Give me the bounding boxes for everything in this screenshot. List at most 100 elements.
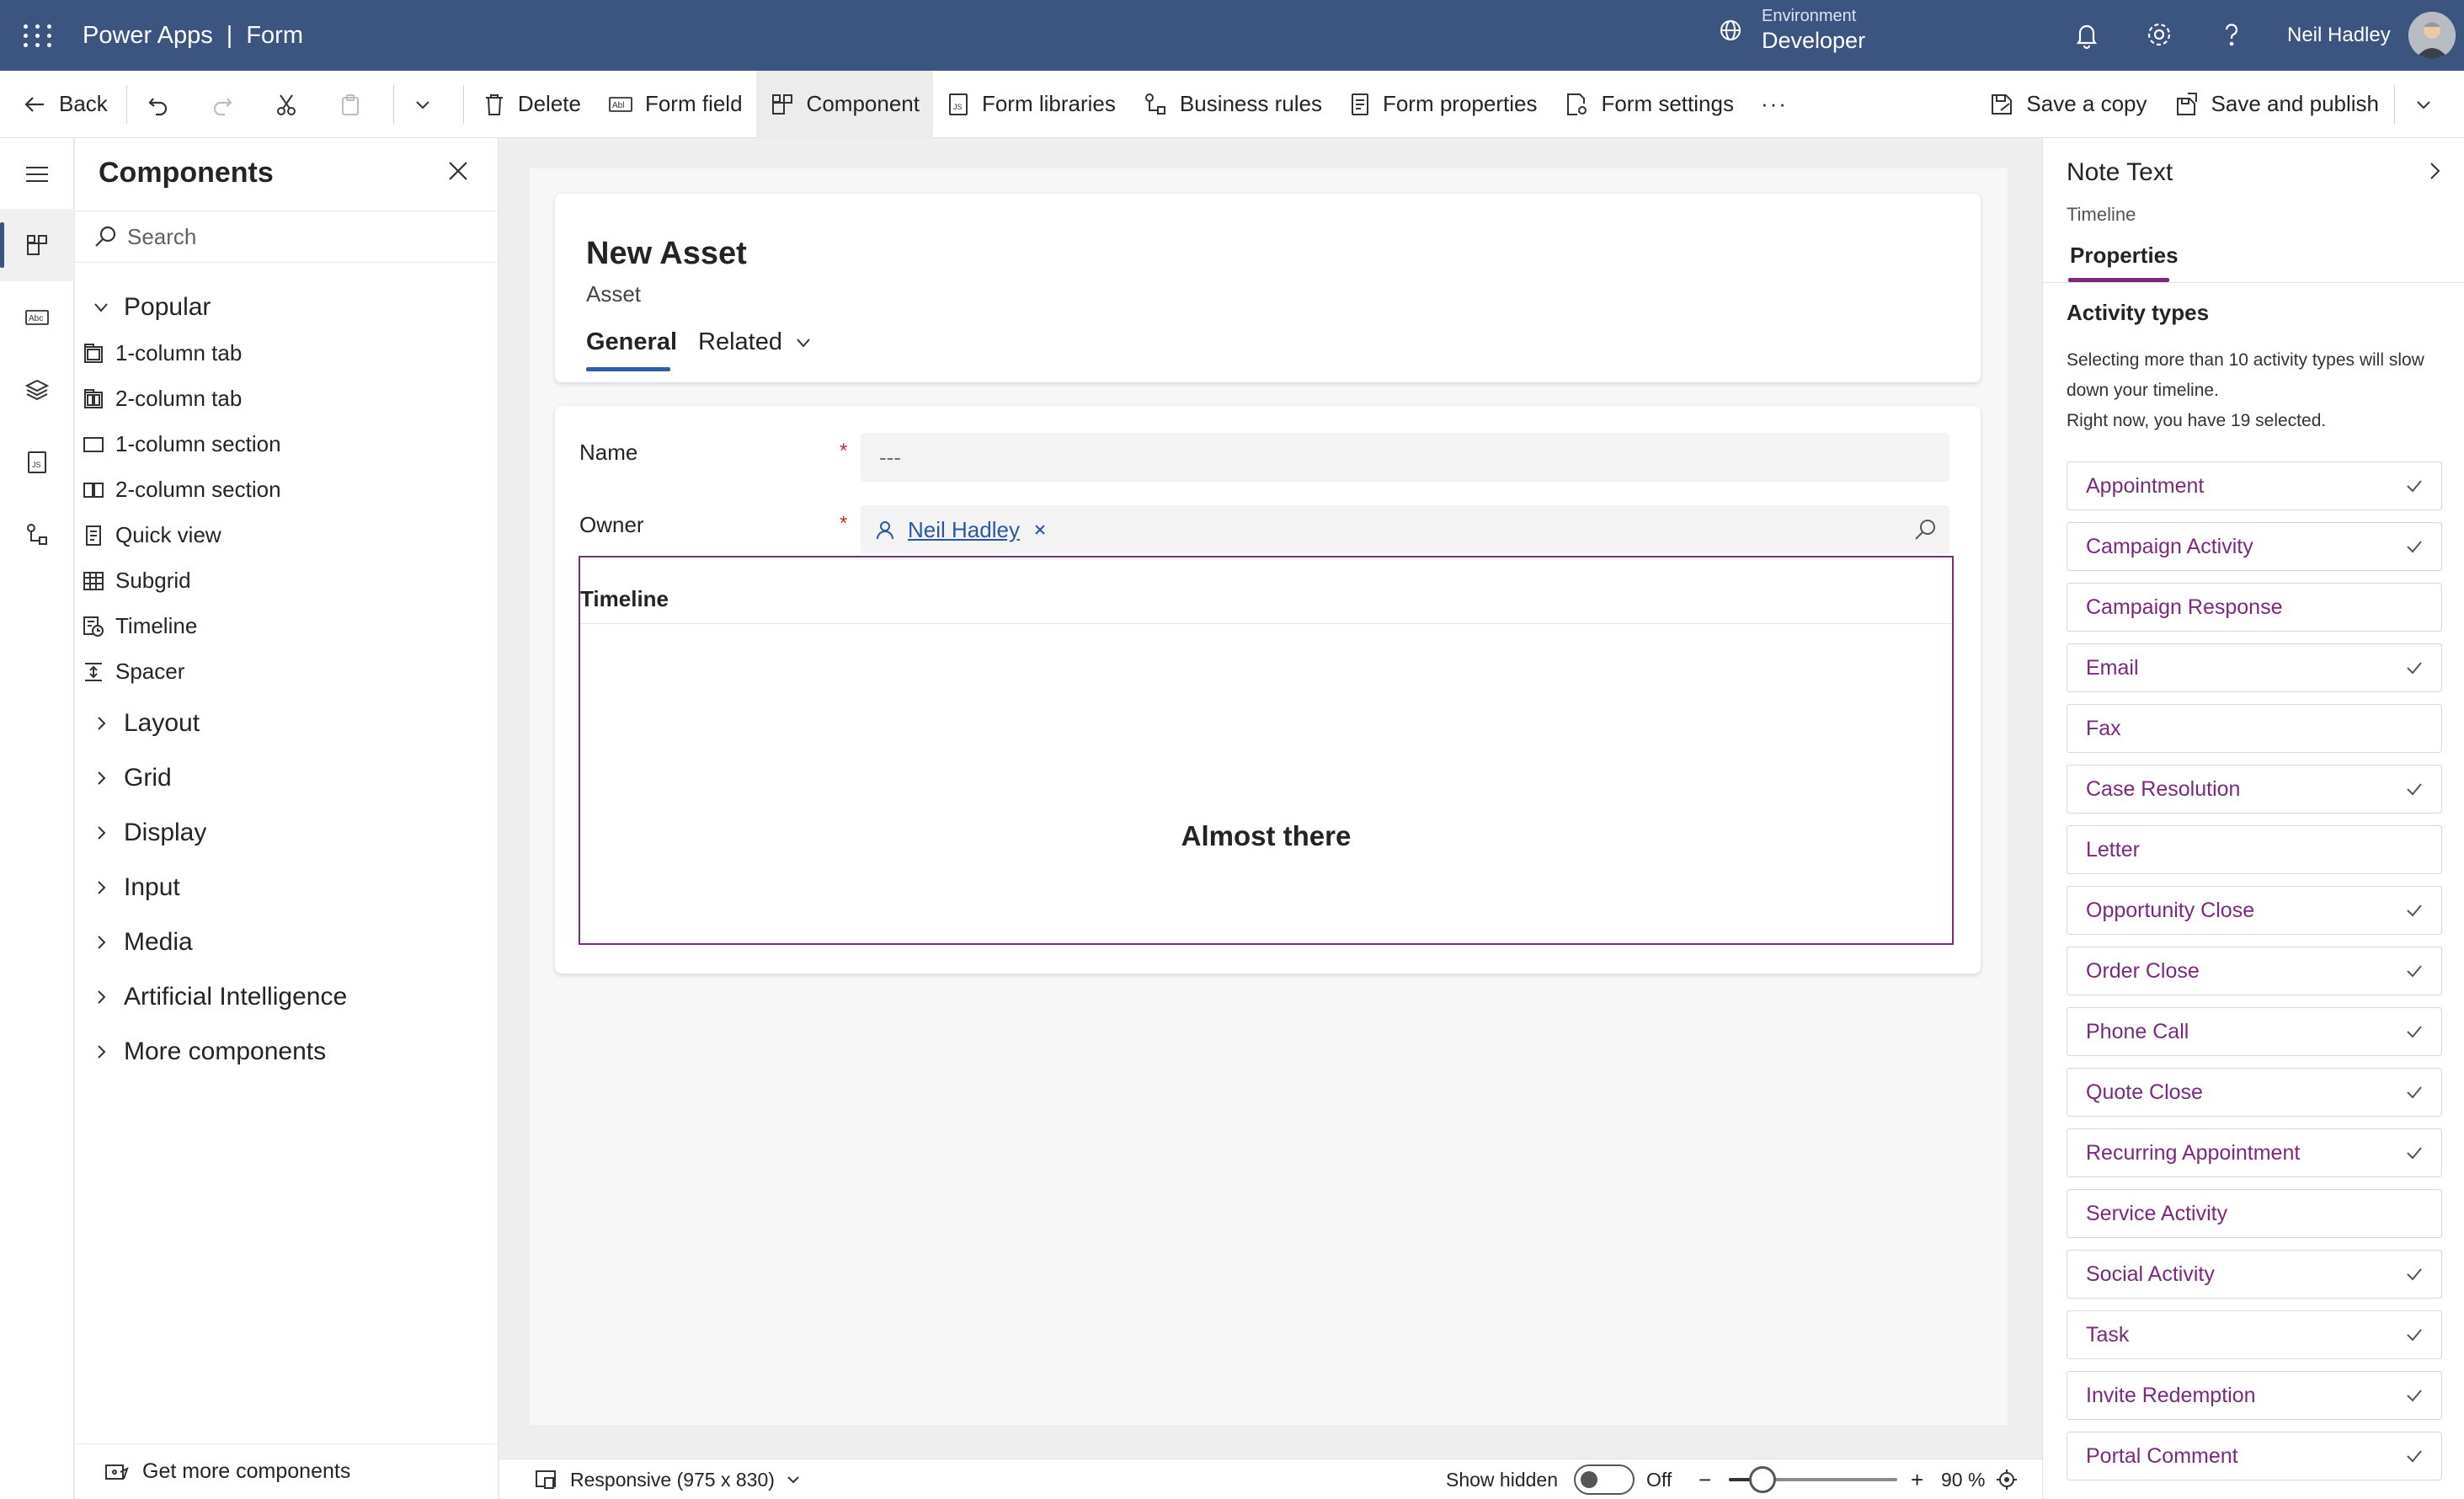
rail-business-rules-button[interactable] [0,499,74,571]
paste-dropdown-button[interactable] [399,71,458,138]
business-rules-label: Business rules [1179,91,1322,116]
component-item[interactable]: Timeline [82,613,197,639]
form-settings-button[interactable]: Form settings [1550,71,1747,138]
hamburger-menu-button[interactable] [0,138,74,211]
tab-properties[interactable]: Properties [2070,243,2179,269]
checkmark-icon [2407,480,2422,493]
fit-to-screen-button[interactable] [1995,1459,2019,1499]
form-field-button[interactable]: Abl Form field [595,71,756,138]
get-more-components-button[interactable]: Get more components [75,1443,499,1499]
show-hidden-toggle[interactable] [1574,1459,1635,1499]
search-input[interactable] [127,223,464,250]
component-item[interactable]: 2-column tab [82,386,242,412]
tab-related[interactable]: Related [698,328,813,356]
undo-button[interactable] [132,71,196,138]
activity-type-option[interactable]: Case Resolution [2067,765,2442,814]
activity-type-option[interactable]: Letter [2067,825,2442,874]
component-item[interactable]: 1-column section [82,431,281,457]
rail-libraries-button[interactable]: JS [0,426,74,499]
environment-switcher[interactable]: Environment Developer [1718,7,1865,54]
save-copy-button[interactable]: Save a copy [1976,71,2160,138]
rail-components-button[interactable] [0,209,74,281]
undo-icon [148,97,167,115]
activity-type-option[interactable]: Campaign Response [2067,583,2442,632]
activity-type-label: Campaign Response [2086,595,2283,619]
form-libraries-button[interactable]: JS Form libraries [933,71,1129,138]
activity-type-option[interactable]: Appointment [2067,461,2442,510]
component-item[interactable]: Quick view [82,522,221,548]
two-column-tab-icon [84,388,103,408]
save-publish-button[interactable]: Save and publish [2161,71,2389,138]
redo-button[interactable] [196,71,260,138]
help-icon[interactable] [2215,18,2248,51]
flow-icon [27,524,47,545]
show-hidden-label: Show hidden [1446,1468,1558,1491]
category-media[interactable]: Media [92,928,193,957]
close-icon[interactable] [445,158,471,184]
business-rules-button[interactable]: Business rules [1129,71,1336,138]
search-icon[interactable] [1913,518,1937,541]
activity-type-label: Portal Comment [2086,1443,2238,1468]
chevron-right-icon[interactable] [2424,160,2445,182]
component-item-label: Timeline [115,613,198,638]
user-name[interactable]: Neil Hadley [2287,24,2391,47]
properties-title: Note Text [2067,158,2173,186]
rail-fields-button[interactable]: Abc [0,281,74,354]
owner-link[interactable]: Neil Hadley [908,517,1020,543]
zoom-slider[interactable] [1729,1466,1897,1493]
more-commands-button[interactable]: ··· [1747,71,1801,138]
zoom-in-button[interactable]: + [1911,1459,1923,1499]
app-name[interactable]: Power Apps [83,22,213,50]
timeline-control[interactable]: Timeline Almost there [579,556,1954,945]
component-item[interactable]: Subgrid [82,568,191,594]
remove-owner-icon[interactable] [1032,521,1048,538]
category-popular[interactable]: Popular [92,293,211,322]
device-size-dropdown[interactable]: Responsive (975 x 830) [535,1459,802,1499]
activity-type-option[interactable]: Portal Comment [2067,1432,2442,1480]
name-field-input[interactable]: --- [861,433,1949,482]
bell-icon[interactable] [2070,18,2104,51]
zoom-slider-thumb[interactable] [1749,1466,1776,1493]
zoom-out-button[interactable]: − [1699,1459,1711,1499]
tab-general[interactable]: General [586,328,677,356]
activity-type-option[interactable]: Order Close [2067,947,2442,995]
gear-icon[interactable] [2142,18,2176,51]
category-layout[interactable]: Layout [92,709,200,738]
category-grid[interactable]: Grid [92,764,172,792]
form-section-card[interactable]: Name * --- Owner * Neil Hadley Timeline … [555,406,1981,974]
delete-button[interactable]: Delete [469,71,595,138]
save-options-dropdown[interactable] [2400,71,2464,138]
component-button[interactable]: Component [755,70,933,138]
activity-type-option[interactable]: Invite Redemption [2067,1371,2442,1420]
category-input[interactable]: Input [92,873,180,902]
activity-type-option[interactable]: Service Activity [2067,1189,2442,1238]
paste-button[interactable] [324,71,388,138]
category-label: More components [124,1038,327,1065]
component-item[interactable]: 2-column section [82,477,281,503]
form-header-card[interactable]: New Asset Asset General Related [555,194,1981,382]
avatar[interactable] [2408,12,2456,59]
activity-type-option[interactable]: Opportunity Close [2067,886,2442,935]
activity-type-option[interactable]: Social Activity [2067,1250,2442,1299]
activity-type-option[interactable]: Recurring Appointment [2067,1128,2442,1177]
category-more-components[interactable]: More components [92,1038,326,1066]
components-pane: Components Popular 1-column tab 2-column… [75,138,499,1499]
component-item[interactable]: 1-column tab [82,340,242,366]
activity-type-option[interactable]: Campaign Activity [2067,522,2442,571]
cut-button[interactable] [260,71,324,138]
canvas-status-bar: Responsive (975 x 830) Show hidden Off −… [499,1459,2042,1499]
activity-type-option[interactable]: Quote Close [2067,1068,2442,1117]
chevron-right-icon [98,717,106,730]
owner-lookup-field[interactable]: Neil Hadley [861,505,1949,554]
category-artificial-intelligence[interactable]: Artificial Intelligence [92,983,347,1011]
activity-type-option[interactable]: Phone Call [2067,1007,2442,1056]
component-item[interactable]: Spacer [82,659,184,685]
back-button[interactable]: Back [0,71,121,138]
activity-type-option[interactable]: Task [2067,1310,2442,1359]
category-display[interactable]: Display [92,819,206,847]
app-launcher-icon[interactable] [20,17,57,54]
activity-type-option[interactable]: Email [2067,643,2442,692]
rail-tree-view-button[interactable] [0,354,74,426]
activity-type-option[interactable]: Fax [2067,704,2442,753]
form-properties-button[interactable]: Form properties [1336,71,1551,138]
